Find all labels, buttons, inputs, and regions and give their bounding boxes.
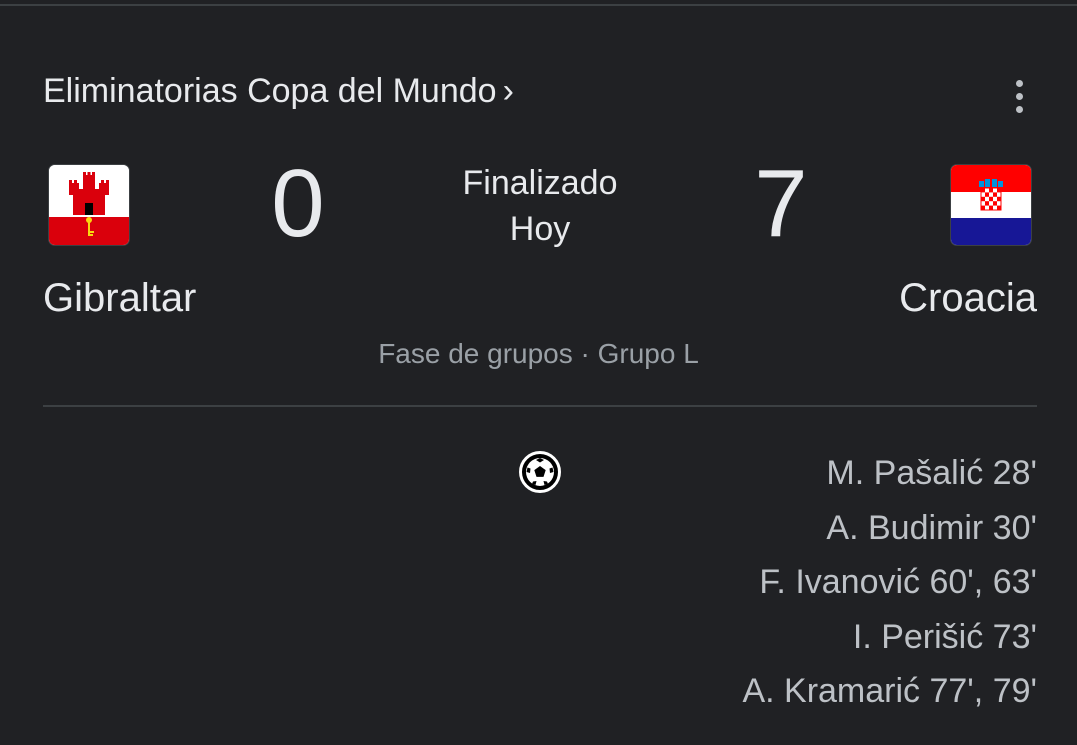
scorer-item: M. Pašalić 28' xyxy=(826,454,1037,492)
croatia-flag-icon[interactable] xyxy=(951,165,1031,245)
scorer-item: A. Kramarić 77', 79' xyxy=(742,672,1037,710)
away-scorers-list: M. Pašalić 28' A. Budimir 30' F. Ivanovi… xyxy=(742,446,1037,719)
competition-title: Eliminatorias Copa del Mundo xyxy=(43,72,497,110)
menu-dot xyxy=(1015,92,1023,100)
match-date: Hoy xyxy=(509,210,571,248)
menu-dot xyxy=(1015,105,1023,113)
gibraltar-flag-icon[interactable] xyxy=(49,165,129,245)
away-team-name[interactable]: Croacia xyxy=(899,276,1037,321)
competition-link[interactable]: Eliminatorias Copa del Mundo › xyxy=(43,72,514,111)
section-divider xyxy=(43,405,1037,407)
scorer-item: F. Ivanović 60', 63' xyxy=(759,563,1037,601)
top-divider xyxy=(0,4,1077,6)
chevron-right-icon: › xyxy=(502,72,514,110)
menu-dot xyxy=(1015,79,1023,87)
soccer-ball-icon xyxy=(519,451,561,493)
home-team-name[interactable]: Gibraltar xyxy=(43,276,196,321)
match-status: Finalizado Hoy xyxy=(440,160,640,252)
match-stage: Fase de grupos · Grupo L xyxy=(378,338,699,369)
home-score: 0 xyxy=(271,150,325,257)
more-vert-icon[interactable] xyxy=(1003,76,1035,116)
scorer-item: A. Budimir 30' xyxy=(826,508,1037,547)
away-score: 7 xyxy=(754,150,808,257)
status-text: Finalizado xyxy=(462,164,618,202)
scorer-item: I. Perišić 73' xyxy=(852,617,1037,656)
